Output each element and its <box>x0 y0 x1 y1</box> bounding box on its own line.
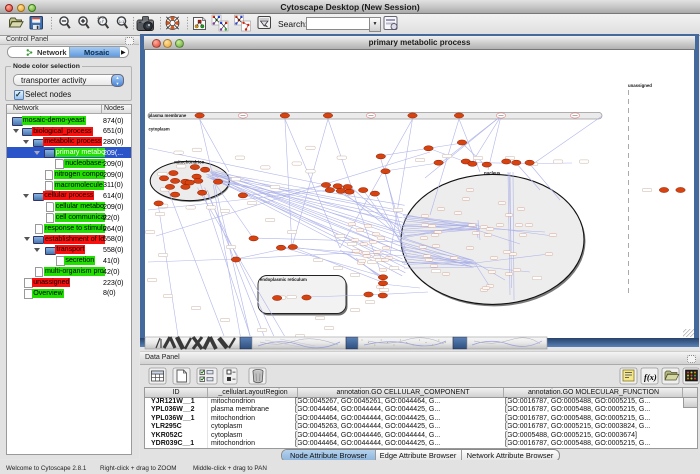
svg-text:nucleus: nucleus <box>484 171 501 176</box>
svg-text:1:1: 1:1 <box>119 19 125 24</box>
svg-text:mitochondrion: mitochondrion <box>174 160 204 165</box>
svg-text:f(x): f(x) <box>644 372 657 382</box>
svg-text:endoplasmic reticulum: endoplasmic reticulum <box>260 277 307 282</box>
svg-text:plasma membrane: plasma membrane <box>149 113 187 118</box>
svg-text:cytoplasm: cytoplasm <box>149 127 170 132</box>
svg-text:unassigned: unassigned <box>628 83 652 88</box>
